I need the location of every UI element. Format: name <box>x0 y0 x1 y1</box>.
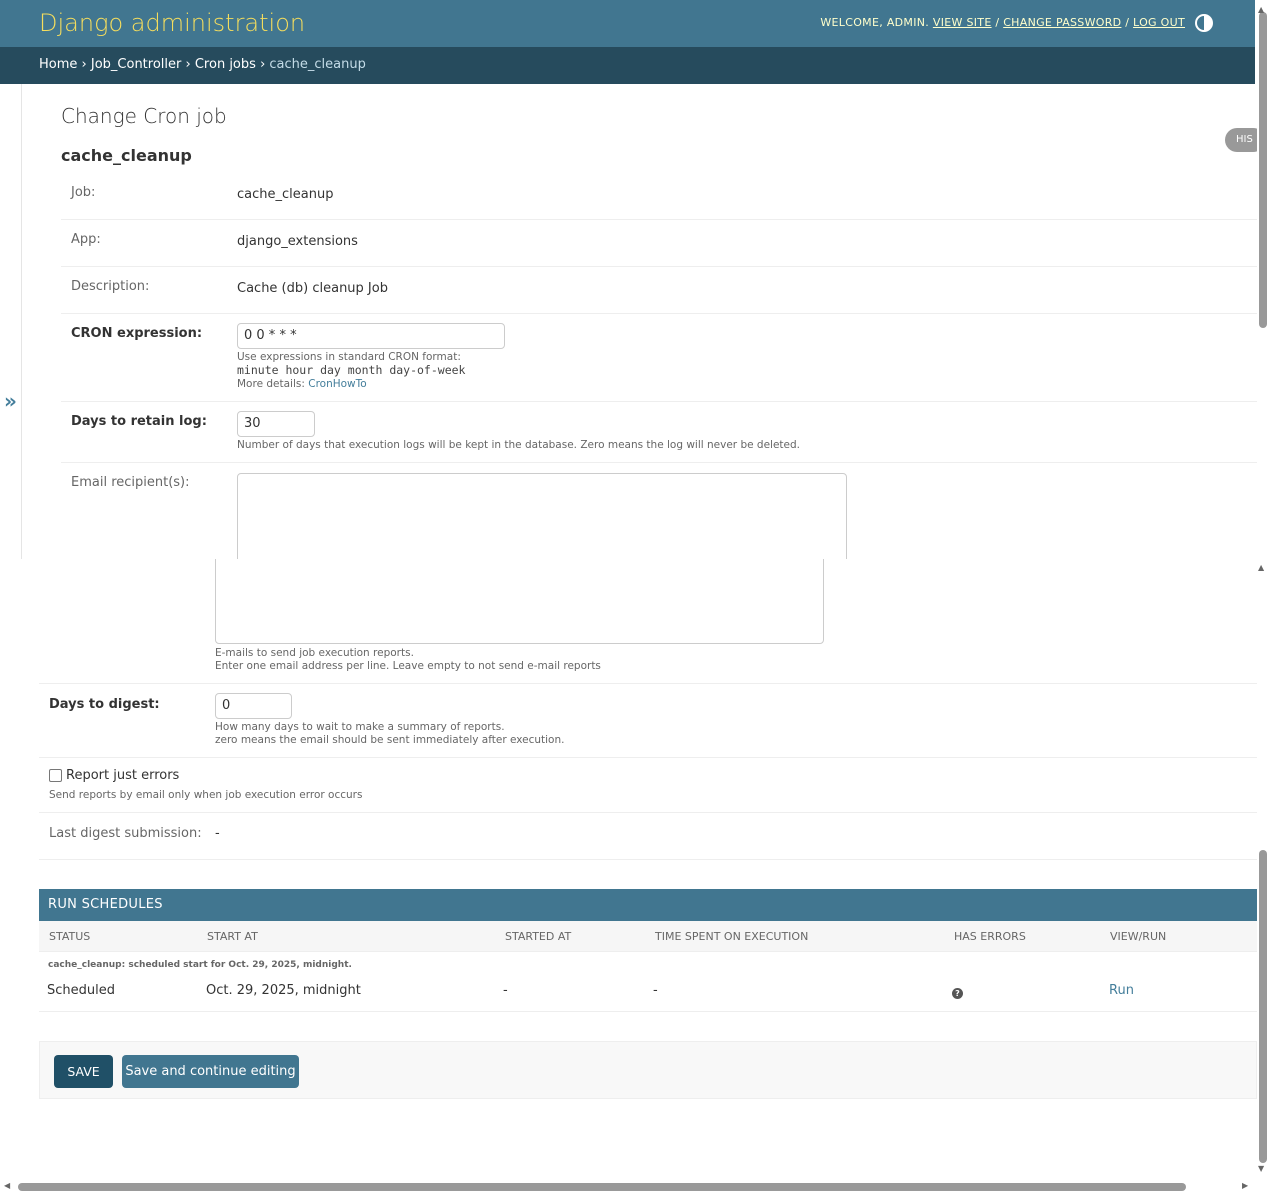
horizontal-scrollbar-thumb[interactable] <box>18 1183 1186 1191</box>
username: ADMIN <box>886 16 926 29</box>
table-row: Scheduled Oct. 29, 2025, midnight - - ? … <box>39 976 1257 1012</box>
digest-help-line: zero means the email should be sent imme… <box>215 734 565 746</box>
scroll-down-icon[interactable]: ▼ <box>1258 1164 1264 1173</box>
days-retain-log-help: Number of days that execution logs will … <box>237 439 801 451</box>
submit-row: SAVE Save and continue editing <box>39 1041 1257 1099</box>
field-row-cron-expression: CRON expression: 0 0 * * * Use expressio… <box>61 313 1257 402</box>
run-link[interactable]: Run <box>1109 983 1134 998</box>
field-row-description: Description: Cache (db) cleanup Job <box>61 266 1257 314</box>
description-value: Cache (db) cleanup Job <box>237 281 388 296</box>
upper-scrollbar[interactable] <box>1257 0 1269 559</box>
job-value: cache_cleanup <box>237 187 334 202</box>
history-button[interactable]: HIS <box>1225 128 1257 152</box>
run-schedules-inline: RUN SCHEDULES STATUS START AT STARTED AT… <box>39 889 1257 1012</box>
save-and-continue-button[interactable]: Save and continue editing <box>122 1055 299 1088</box>
field-row-last-digest: Last digest submission: - <box>39 812 1257 860</box>
double-chevron-right-icon: » <box>4 389 17 413</box>
email-recipients-label: Email recipient(s): <box>71 475 190 490</box>
page-scrollbar-thumb[interactable] <box>1259 850 1267 1163</box>
table-header: STATUS START AT STARTED AT TIME SPENT ON… <box>39 921 1257 952</box>
scroll-left-icon[interactable]: ◀ <box>4 1181 10 1190</box>
cron-expression-help: Use expressions in standard CRON format:… <box>237 351 465 391</box>
report-just-errors-label[interactable]: Report just errors <box>66 768 179 783</box>
theme-toggle-icon[interactable] <box>1195 14 1213 32</box>
field-row-app: App: django_extensions <box>61 219 1257 267</box>
scroll-up-icon[interactable]: ▲ <box>1258 5 1264 14</box>
horizontal-scrollbar[interactable]: ◀ ▶ <box>0 1179 1257 1193</box>
content-lower: E-mails to send job execution reports. E… <box>0 559 1257 1179</box>
cell-time-spent: - <box>653 983 658 998</box>
cron-expression-label: CRON expression: <box>71 326 203 341</box>
breadcrumb-app[interactable]: Job_Controller <box>91 57 182 72</box>
cron-expression-input[interactable]: 0 0 * * * <box>237 323 505 349</box>
sidebar-toggle[interactable]: » <box>0 84 22 559</box>
object-title: cache_cleanup <box>61 146 192 165</box>
column-header-time-spent: TIME SPENT ON EXECUTION <box>655 930 809 943</box>
log-out-link[interactable]: LOG OUT <box>1133 16 1185 29</box>
report-just-errors-checkbox[interactable] <box>49 769 62 782</box>
job-label: Job: <box>71 185 96 200</box>
cronhowto-link[interactable]: CronHowTo <box>308 378 366 390</box>
run-schedules-caption: RUN SCHEDULES <box>39 889 1257 921</box>
breadcrumb-home[interactable]: Home <box>39 57 77 72</box>
save-button[interactable]: SAVE <box>54 1055 113 1088</box>
content-upper: » Change Cron job cache_cleanup HIS Job:… <box>0 84 1257 559</box>
cell-start-at: Oct. 29, 2025, midnight <box>206 983 361 998</box>
page-scrollbar[interactable] <box>1257 559 1269 1179</box>
field-row-report-just-errors: Report just errors Send reports by email… <box>39 757 1257 813</box>
breadcrumb-model[interactable]: Cron jobs <box>195 57 256 72</box>
app-value: django_extensions <box>237 234 358 249</box>
report-just-errors-help: Send reports by email only when job exec… <box>49 789 363 801</box>
header: Django administration WELCOME, ADMIN. VI… <box>0 0 1255 47</box>
cell-view-run: Run <box>1109 983 1134 998</box>
email-recipients-textarea[interactable] <box>237 473 847 559</box>
days-retain-log-label: Days to retain log: <box>71 414 207 429</box>
question-circle-icon: ? <box>952 988 963 999</box>
site-title[interactable]: Django administration <box>39 9 305 37</box>
field-row-email-recipients-end <box>39 559 1257 684</box>
breadcrumb-separator: › <box>260 57 266 72</box>
upper-scrollbar-thumb[interactable] <box>1259 12 1267 328</box>
breadcrumb: Home › Job_Controller › Cron jobs › cach… <box>0 47 1255 84</box>
user-tools: WELCOME, ADMIN. VIEW SITE / CHANGE PASSW… <box>820 16 1185 29</box>
scroll-up-icon[interactable]: ▲ <box>1258 563 1264 572</box>
field-row-job: Job: cache_cleanup <box>61 172 1257 220</box>
cron-help-more: More details: <box>237 378 305 390</box>
cell-started-at: - <box>503 983 508 998</box>
column-header-status: STATUS <box>49 930 91 943</box>
column-header-started-at: STARTED AT <box>505 930 572 943</box>
days-retain-log-input[interactable]: 30 <box>237 411 315 437</box>
field-row-days-to-digest: Days to digest: 0 How many days to wait … <box>39 683 1257 758</box>
days-to-digest-input[interactable]: 0 <box>215 693 292 719</box>
change-password-link[interactable]: CHANGE PASSWORD <box>1003 16 1121 29</box>
field-row-email-recipients: Email recipient(s): <box>61 462 1257 559</box>
description-label: Description: <box>71 279 150 294</box>
welcome-text: WELCOME, <box>820 16 884 29</box>
last-digest-value: - <box>215 826 220 841</box>
view-site-link[interactable]: VIEW SITE <box>933 16 992 29</box>
days-to-digest-help: How many days to wait to make a summary … <box>215 721 564 747</box>
field-row-days-retain-log: Days to retain log: 30 Number of days th… <box>61 401 1257 463</box>
app-label: App: <box>71 232 101 247</box>
breadcrumb-separator: › <box>185 57 191 72</box>
column-header-start-at: START AT <box>207 930 258 943</box>
digest-help-line: How many days to wait to make a summary … <box>215 721 505 733</box>
breadcrumb-separator: › <box>81 57 87 72</box>
last-digest-label: Last digest submission: <box>49 826 202 841</box>
page-title: Change Cron job <box>61 104 227 128</box>
inline-object-title-text: cache_cleanup: scheduled start for Oct. … <box>48 960 352 970</box>
days-to-digest-label: Days to digest: <box>49 697 160 712</box>
inline-object-title: cache_cleanup: scheduled start for Oct. … <box>39 952 1257 976</box>
cell-has-errors: ? <box>952 985 963 1000</box>
cell-status: Scheduled <box>47 983 115 998</box>
cron-help-format: minute hour day month day-of-week <box>237 363 466 377</box>
scroll-right-icon[interactable]: ▶ <box>1242 1181 1248 1190</box>
column-header-has-errors: HAS ERRORS <box>954 930 1026 943</box>
column-header-view-run: VIEW/RUN <box>1110 930 1167 943</box>
breadcrumb-current: cache_cleanup <box>269 57 366 72</box>
